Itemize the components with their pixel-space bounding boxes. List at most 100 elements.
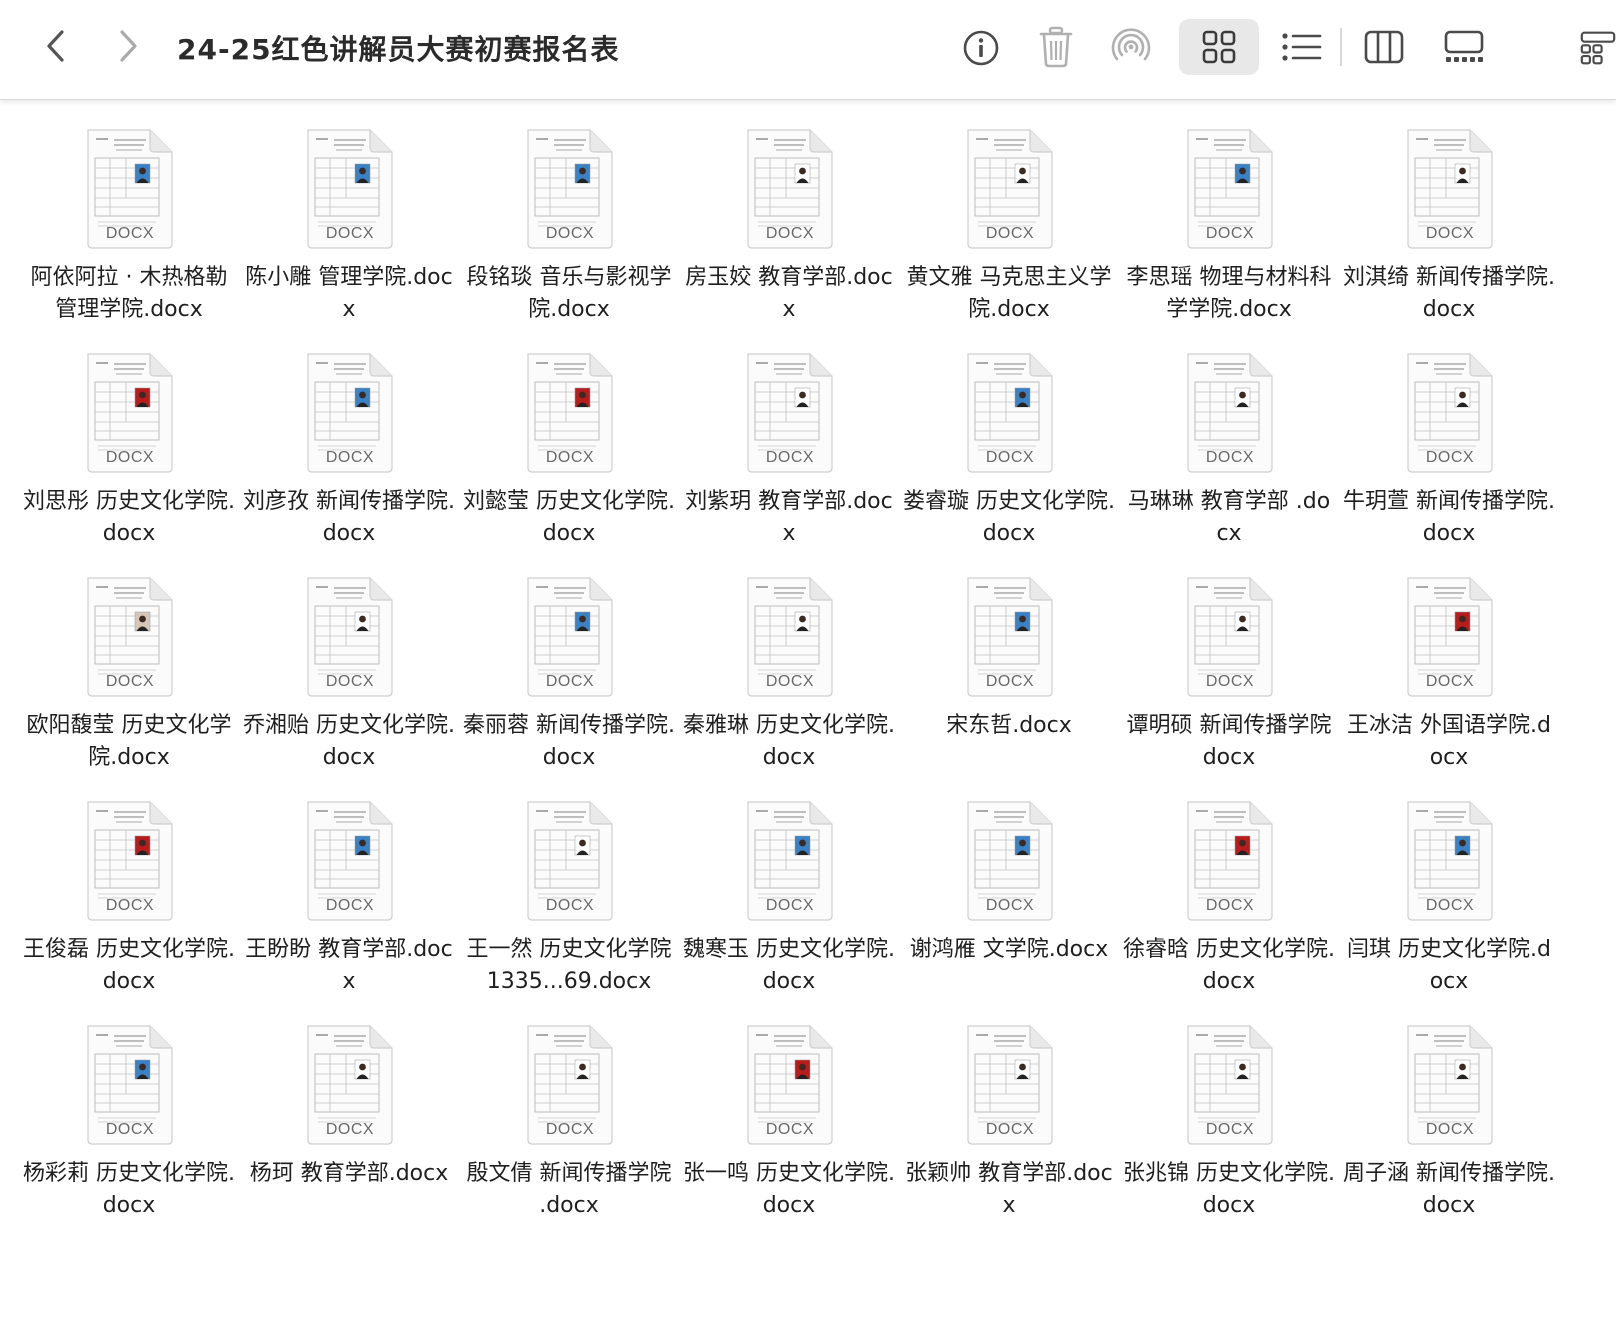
svg-text:DOCX: DOCX xyxy=(986,225,1034,242)
svg-text:DOCX: DOCX xyxy=(326,449,374,466)
file-item[interactable]: DOCX 马琳琳 教育学部 .docx xyxy=(1119,350,1339,574)
file-item[interactable]: DOCX 杨彩莉 历史文化学院.docx xyxy=(19,1022,239,1246)
trash-icon[interactable] xyxy=(1036,24,1076,70)
file-item[interactable]: DOCX 秦丽蓉 新闻传播学院.docx xyxy=(459,574,679,798)
file-name-label: 王一然 历史文化学院 1335...69.docx xyxy=(466,937,672,994)
file-item[interactable]: DOCX 谢鸿雁 文学院.docx xyxy=(899,798,1119,1022)
docx-document-icon: DOCX xyxy=(960,126,1058,250)
back-chevron-icon[interactable] xyxy=(36,26,76,66)
file-item[interactable]: DOCX 张兆锦 历史文化学院.docx xyxy=(1119,1022,1339,1246)
svg-text:DOCX: DOCX xyxy=(1206,225,1254,242)
docx-document-icon: DOCX xyxy=(1180,126,1278,250)
file-name-label: 张颖帅 教育学部.docx xyxy=(905,1161,1113,1218)
file-name-label: 刘淇绮 新闻传播学院.docx xyxy=(1343,265,1555,322)
docx-document-icon: DOCX xyxy=(520,350,618,474)
file-item[interactable]: DOCX 刘懿莹 历史文化学院.docx xyxy=(459,350,679,574)
docx-document-icon: DOCX xyxy=(1400,126,1498,250)
file-item[interactable]: DOCX 殷文倩 新闻传播学院 .docx xyxy=(459,1022,679,1246)
info-icon[interactable] xyxy=(960,27,1002,69)
file-item[interactable]: DOCX 刘彦孜 新闻传播学院.docx xyxy=(239,350,459,574)
docx-document-icon: DOCX xyxy=(80,350,178,474)
svg-text:DOCX: DOCX xyxy=(766,449,814,466)
forward-chevron-icon[interactable] xyxy=(108,26,148,66)
docx-document-icon: DOCX xyxy=(960,1022,1058,1146)
file-name-label: 王俊磊 历史文化学院.docx xyxy=(23,937,235,994)
file-name-label: 阿依阿拉 · 木热格勒 管理学院.docx xyxy=(30,265,228,322)
file-item[interactable]: DOCX 王俊磊 历史文化学院.docx xyxy=(19,798,239,1022)
file-item[interactable]: DOCX 欧阳馥莹 历史文化学院.docx xyxy=(19,574,239,798)
file-item[interactable]: DOCX 王一然 历史文化学院 1335...69.docx xyxy=(459,798,679,1022)
svg-text:DOCX: DOCX xyxy=(546,225,594,242)
file-item[interactable]: DOCX 陈小雕 管理学院.docx xyxy=(239,126,459,350)
docx-document-icon: DOCX xyxy=(960,574,1058,698)
docx-document-icon: DOCX xyxy=(1400,798,1498,922)
file-item[interactable]: DOCX 杨珂 教育学部.docx xyxy=(239,1022,459,1246)
file-name-label: 牛玥萱 新闻传播学院.docx xyxy=(1343,489,1555,546)
docx-document-icon: DOCX xyxy=(960,798,1058,922)
file-item[interactable]: DOCX 闫琪 历史文化学院.docx xyxy=(1339,798,1559,1022)
file-item[interactable]: DOCX 王盼盼 教育学部.docx xyxy=(239,798,459,1022)
list-view-icon[interactable] xyxy=(1280,26,1324,68)
grid-view-icon[interactable] xyxy=(1179,19,1259,75)
docx-document-icon: DOCX xyxy=(740,1022,838,1146)
file-name-label: 刘懿莹 历史文化学院.docx xyxy=(463,489,675,546)
svg-text:DOCX: DOCX xyxy=(1426,1121,1474,1138)
file-item[interactable]: DOCX 刘思彤 历史文化学院.docx xyxy=(19,350,239,574)
docx-document-icon: DOCX xyxy=(740,798,838,922)
file-name-label: 闫琪 历史文化学院.docx xyxy=(1347,937,1551,994)
file-item[interactable]: DOCX 刘紫玥 教育学部.docx xyxy=(679,350,899,574)
file-item[interactable]: DOCX 段铭琰 音乐与影视学院.docx xyxy=(459,126,679,350)
docx-document-icon: DOCX xyxy=(300,350,398,474)
file-item[interactable]: DOCX 王冰洁 外国语学院.docx xyxy=(1339,574,1559,798)
airdrop-icon[interactable] xyxy=(1108,24,1154,70)
file-item[interactable]: DOCX 黄文雅 马克思主义学院.docx xyxy=(899,126,1119,350)
svg-text:DOCX: DOCX xyxy=(326,673,374,690)
file-item[interactable]: DOCX 李思瑶 物理与材料科学学院.docx xyxy=(1119,126,1339,350)
finder-toolbar: 24-25红色讲解员大赛初赛报名表 xyxy=(0,0,1616,100)
file-grid: DOCX 阿依阿拉 · 木热格勒 管理学院.docx DOCX 陈小雕 管理学院.do… xyxy=(19,126,1559,1246)
svg-text:DOCX: DOCX xyxy=(986,1121,1034,1138)
svg-text:DOCX: DOCX xyxy=(326,225,374,242)
file-item[interactable]: DOCX 秦雅琳 历史文化学院.docx xyxy=(679,574,899,798)
file-item[interactable]: DOCX 房玉姣 教育学部.docx xyxy=(679,126,899,350)
file-item[interactable]: DOCX 乔湘贻 历史文化学院.docx xyxy=(239,574,459,798)
svg-text:DOCX: DOCX xyxy=(1206,1121,1254,1138)
file-name-label: 刘思彤 历史文化学院.docx xyxy=(23,489,235,546)
file-item[interactable]: DOCX 周子涵 新闻传播学院.docx xyxy=(1339,1022,1559,1246)
svg-text:DOCX: DOCX xyxy=(986,897,1034,914)
svg-text:DOCX: DOCX xyxy=(106,449,154,466)
docx-document-icon: DOCX xyxy=(300,1022,398,1146)
group-icon[interactable] xyxy=(1580,26,1616,70)
svg-text:DOCX: DOCX xyxy=(546,897,594,914)
file-item[interactable]: DOCX 娄睿璇 历史文化学院.docx xyxy=(899,350,1119,574)
file-name-label: 殷文倩 新闻传播学院 .docx xyxy=(466,1161,672,1218)
file-item[interactable]: DOCX 徐睿晗 历史文化学院.docx xyxy=(1119,798,1339,1022)
gallery-view-icon[interactable] xyxy=(1440,26,1488,68)
docx-document-icon: DOCX xyxy=(740,350,838,474)
docx-document-icon: DOCX xyxy=(740,574,838,698)
docx-document-icon: DOCX xyxy=(960,350,1058,474)
file-item[interactable]: DOCX 牛玥萱 新闻传播学院.docx xyxy=(1339,350,1559,574)
svg-text:DOCX: DOCX xyxy=(1426,673,1474,690)
file-name-label: 宋东哲.docx xyxy=(946,713,1072,738)
docx-document-icon: DOCX xyxy=(300,574,398,698)
docx-document-icon: DOCX xyxy=(520,798,618,922)
file-name-label: 刘彦孜 新闻传播学院.docx xyxy=(243,489,455,546)
file-item[interactable]: DOCX 谭明硕 新闻传播学院docx xyxy=(1119,574,1339,798)
file-name-label: 徐睿晗 历史文化学院.docx xyxy=(1123,937,1335,994)
docx-document-icon: DOCX xyxy=(520,126,618,250)
file-item[interactable]: DOCX 张一鸣 历史文化学院.docx xyxy=(679,1022,899,1246)
svg-text:DOCX: DOCX xyxy=(546,449,594,466)
file-item[interactable]: DOCX 张颖帅 教育学部.docx xyxy=(899,1022,1119,1246)
file-name-label: 张兆锦 历史文化学院.docx xyxy=(1123,1161,1335,1218)
file-name-label: 谭明硕 新闻传播学院docx xyxy=(1126,713,1332,770)
svg-text:DOCX: DOCX xyxy=(106,673,154,690)
column-view-icon[interactable] xyxy=(1362,26,1406,68)
svg-text:DOCX: DOCX xyxy=(986,449,1034,466)
file-item[interactable]: DOCX 刘淇绮 新闻传播学院.docx xyxy=(1339,126,1559,350)
file-name-label: 段铭琰 音乐与影视学院.docx xyxy=(466,265,672,322)
file-item[interactable]: DOCX 宋东哲.docx xyxy=(899,574,1119,798)
file-item[interactable]: DOCX 阿依阿拉 · 木热格勒 管理学院.docx xyxy=(19,126,239,350)
file-item[interactable]: DOCX 魏寒玉 历史文化学院.docx xyxy=(679,798,899,1022)
docx-document-icon: DOCX xyxy=(1400,574,1498,698)
